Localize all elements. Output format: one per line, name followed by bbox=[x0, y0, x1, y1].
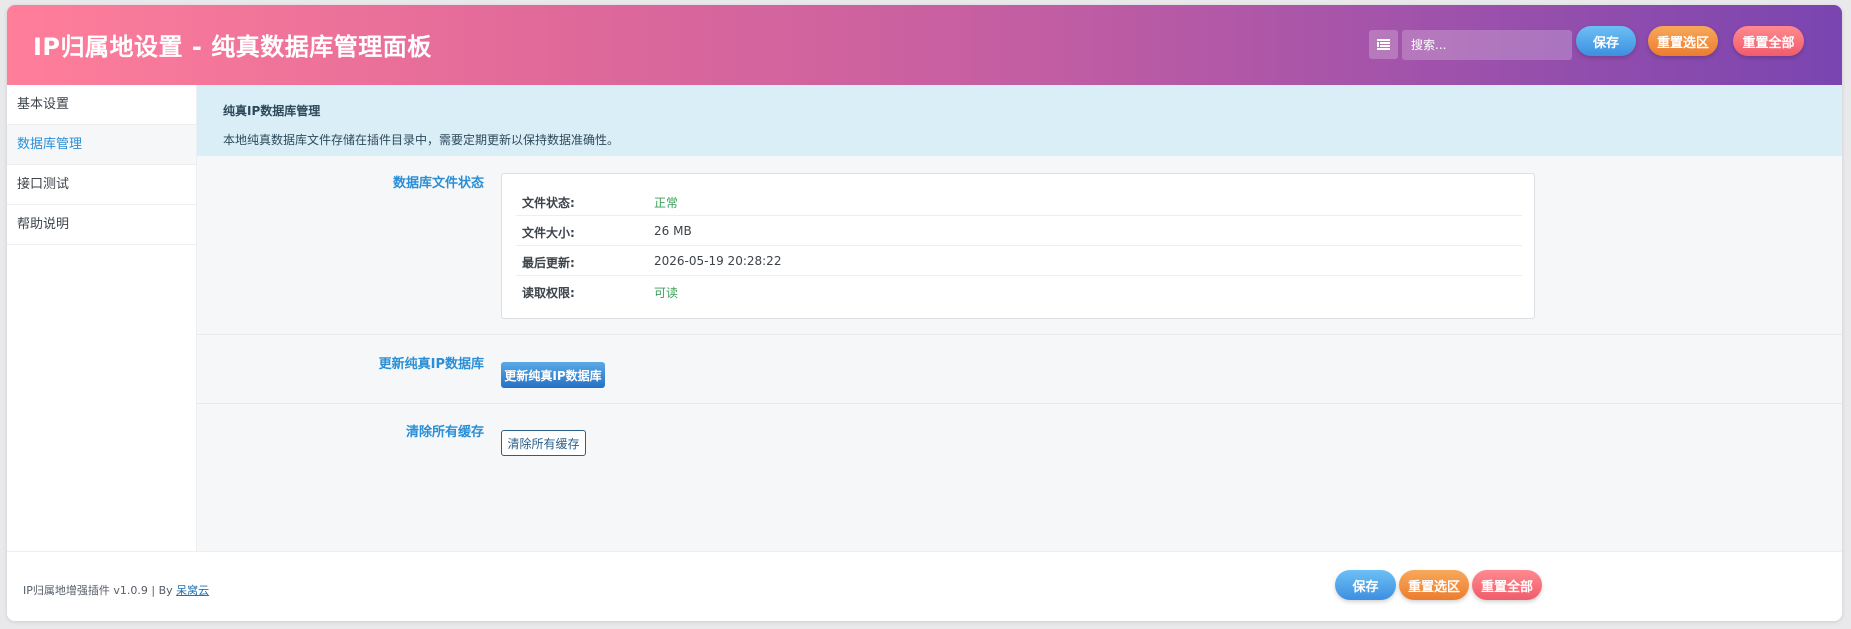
section-divider bbox=[197, 403, 1842, 404]
status-key: 文件状态: bbox=[522, 196, 575, 210]
update-db-button[interactable]: 更新纯真IP数据库 bbox=[501, 362, 605, 388]
panel-header: IP归属地设置 - 纯真数据库管理面板 保存 重置选区 重置全部 bbox=[7, 5, 1842, 85]
sidebar-item-help[interactable]: 帮助说明 bbox=[7, 205, 196, 245]
status-row: 最后更新: 2026-05-19 20:28:22 bbox=[516, 246, 1522, 276]
author-link[interactable]: 呆窝云 bbox=[176, 584, 209, 597]
sidebar-item-api-test[interactable]: 接口测试 bbox=[7, 165, 196, 205]
footer-reset-section-button[interactable]: 重置选区 bbox=[1399, 570, 1469, 600]
db-status-card: 文件状态: 正常 文件大小: 26 MB 最后更新: 2026-05-19 20… bbox=[501, 173, 1535, 319]
status-value: 可读 bbox=[654, 286, 679, 300]
header-save-button[interactable]: 保存 bbox=[1576, 26, 1636, 56]
header-reset-section-button[interactable]: 重置选区 bbox=[1648, 26, 1718, 56]
clear-cache-label: 清除所有缓存 bbox=[405, 425, 484, 440]
header-reset-all-button[interactable]: 重置全部 bbox=[1733, 26, 1804, 56]
sidebar-item-database-management[interactable]: 数据库管理 bbox=[7, 125, 196, 165]
footer-credit: IP归属地增强插件 v1.0.9 | By 呆窝云 bbox=[23, 582, 209, 598]
status-row: 文件大小: 26 MB bbox=[516, 216, 1522, 246]
list-icon bbox=[1377, 39, 1390, 50]
status-row: 文件状态: 正常 bbox=[516, 186, 1522, 216]
sidebar-item-basic-settings[interactable]: 基本设置 bbox=[7, 85, 196, 125]
update-db-label: 更新纯真IP数据库 bbox=[378, 357, 484, 372]
status-key: 读取权限: bbox=[522, 286, 575, 300]
page-title: IP归属地设置 - 纯真数据库管理面板 bbox=[33, 33, 432, 61]
sidebar-nav: 基本设置 数据库管理 接口测试 帮助说明 bbox=[7, 85, 197, 551]
status-key: 文件大小: bbox=[522, 226, 575, 240]
notice-description: 本地纯真数据库文件存储在插件目录中，需要定期更新以保持数据准确性。 bbox=[223, 133, 620, 147]
section-divider bbox=[197, 334, 1842, 335]
status-key: 最后更新: bbox=[522, 256, 575, 270]
clear-cache-button[interactable]: 清除所有缓存 bbox=[501, 430, 586, 456]
status-value: 2026-05-19 20:28:22 bbox=[654, 254, 782, 268]
panel-footer: IP归属地增强插件 v1.0.9 | By 呆窝云 保存 重置选区 重置全部 bbox=[7, 551, 1842, 621]
footer-save-button[interactable]: 保存 bbox=[1335, 570, 1396, 600]
status-value: 正常 bbox=[654, 196, 679, 210]
main-content: 纯真IP数据库管理 本地纯真数据库文件存储在插件目录中，需要定期更新以保持数据准… bbox=[197, 85, 1842, 551]
footer-reset-all-button[interactable]: 重置全部 bbox=[1472, 570, 1542, 600]
db-status-label: 数据库文件状态 bbox=[392, 176, 484, 191]
expand-toggle-button[interactable] bbox=[1369, 30, 1398, 59]
status-row: 读取权限: 可读 bbox=[516, 276, 1522, 306]
settings-panel: IP归属地设置 - 纯真数据库管理面板 保存 重置选区 重置全部 基本设置 数据… bbox=[7, 5, 1842, 621]
search-input[interactable] bbox=[1402, 30, 1572, 60]
info-notice: 纯真IP数据库管理 本地纯真数据库文件存储在插件目录中，需要定期更新以保持数据准… bbox=[197, 85, 1842, 156]
footer-version-text: IP归属地增强插件 v1.0.9 | By bbox=[23, 584, 177, 597]
notice-title: 纯真IP数据库管理 bbox=[223, 104, 321, 118]
status-value: 26 MB bbox=[654, 224, 692, 238]
